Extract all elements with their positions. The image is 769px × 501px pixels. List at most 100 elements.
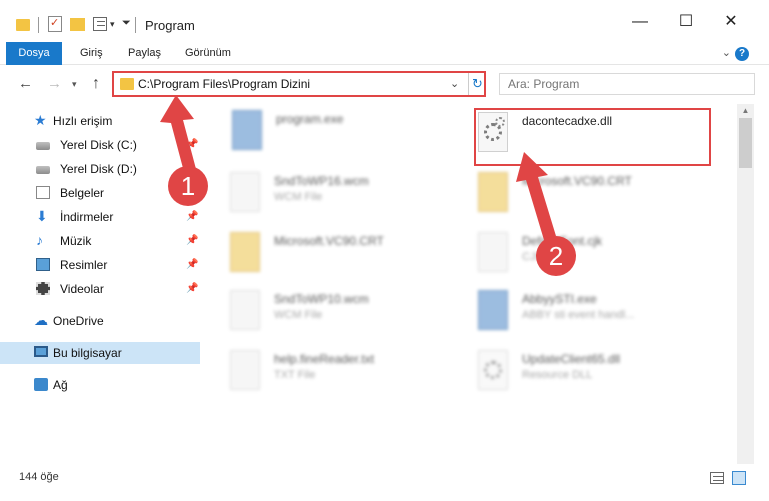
ribbon-tabs: Dosya Giriş Paylaş Görünüm ⌄ ? bbox=[0, 42, 769, 65]
help-icon[interactable]: ? bbox=[735, 47, 749, 61]
file-type: WCM File bbox=[274, 309, 323, 321]
exe-file-icon bbox=[478, 290, 508, 330]
sidebar-item-label: İndirmeler bbox=[60, 210, 114, 224]
file-name: help.fineReader.txt bbox=[274, 352, 375, 366]
folder-icon bbox=[120, 78, 134, 90]
recent-locations-icon[interactable]: ▾ bbox=[72, 79, 77, 90]
navigation-pane: ★ Hızlı erişim Yerel Disk (C:) 📌 Yerel D… bbox=[0, 104, 202, 464]
pictures-icon bbox=[36, 258, 50, 271]
pin-icon[interactable]: 📌 bbox=[186, 134, 198, 156]
sidebar-item-label: OneDrive bbox=[53, 314, 104, 328]
file-name: program.exe bbox=[276, 112, 344, 126]
address-bar[interactable]: C:\Program Files\Program Dizini ⌄ ↻ bbox=[112, 71, 486, 97]
step-badge-2: 2 bbox=[536, 236, 576, 276]
network-icon bbox=[34, 378, 48, 391]
navigation-bar: ← → ▾ ↑ C:\Program Files\Program Dizini … bbox=[0, 66, 769, 102]
search-input[interactable] bbox=[500, 74, 754, 94]
tab-view[interactable]: Görünüm bbox=[185, 42, 231, 65]
minimize-icon[interactable]: — bbox=[631, 13, 649, 31]
gear-icon bbox=[484, 361, 502, 379]
tab-file[interactable]: Dosya bbox=[6, 42, 62, 65]
sidebar-item-label: Hızlı erişim bbox=[53, 114, 113, 128]
target-file-highlight bbox=[474, 108, 711, 166]
vertical-scrollbar[interactable]: ▲ bbox=[737, 104, 754, 464]
forward-arrow-icon[interactable]: → bbox=[47, 75, 62, 92]
up-arrow-icon[interactable]: ↑ bbox=[92, 75, 100, 93]
ribbon-expand-icon[interactable]: ⌄ bbox=[722, 46, 731, 59]
step-badge-1: 1 bbox=[168, 166, 208, 206]
pin-icon[interactable]: 📌 bbox=[186, 254, 198, 276]
sidebar-item-label: Videolar bbox=[60, 282, 104, 296]
sidebar-item-label: Ağ bbox=[53, 378, 68, 392]
folder-icon bbox=[230, 232, 260, 272]
file-type: TXT File bbox=[274, 369, 316, 381]
sidebar-item-this-pc[interactable]: Bu bilgisayar bbox=[0, 342, 200, 364]
file-list: program.exe dacontecadxe.dll SndToWP16.w… bbox=[210, 104, 736, 464]
new-folder-icon[interactable] bbox=[70, 18, 85, 31]
documents-icon bbox=[36, 186, 50, 199]
address-path[interactable]: C:\Program Files\Program Dizini bbox=[138, 77, 310, 91]
chevron-down-icon[interactable]: ⌄ bbox=[450, 77, 459, 90]
tab-share[interactable]: Paylaş bbox=[128, 42, 161, 65]
sidebar-item-videos[interactable]: Videolar 📌 bbox=[0, 278, 200, 300]
sidebar-item-network[interactable]: Ağ bbox=[0, 374, 200, 396]
properties-icon[interactable] bbox=[48, 16, 62, 32]
sidebar-item-label: Müzik bbox=[60, 234, 92, 248]
sidebar-item-label: Yerel Disk (C:) bbox=[60, 138, 137, 152]
file-type: WCM File bbox=[274, 191, 323, 203]
sidebar-item-label: Belgeler bbox=[60, 186, 105, 200]
file-icon bbox=[230, 350, 260, 390]
close-icon[interactable]: ✕ bbox=[722, 13, 740, 31]
file-name: Microsoft.VC90.CRT bbox=[274, 234, 384, 248]
sidebar-item-quick-access[interactable]: ★ Hızlı erişim bbox=[0, 110, 200, 132]
file-type: ABBY sti event handl... bbox=[522, 309, 635, 321]
window-title: Program bbox=[145, 18, 195, 33]
file-name: SndToWP10.wcm bbox=[274, 292, 369, 306]
pin-icon[interactable]: 📌 bbox=[186, 206, 198, 228]
file-name: Microsoft.VC90.CRT bbox=[522, 174, 632, 188]
pin-icon[interactable]: 📌 bbox=[186, 230, 198, 252]
scroll-up-icon[interactable]: ▲ bbox=[737, 104, 754, 118]
file-icon bbox=[478, 232, 508, 272]
downloads-icon: ⬇ bbox=[36, 208, 48, 224]
dll-file-icon bbox=[478, 350, 508, 390]
music-icon: ♪ bbox=[36, 232, 43, 248]
exe-file-icon bbox=[232, 110, 262, 150]
file-icon bbox=[230, 290, 260, 330]
file-name: UpdateClient65.dll bbox=[522, 352, 621, 366]
file-name: SndToWP16.wcm bbox=[274, 174, 369, 188]
title-bar: ▾ ⏷ Program — ☐ ✕ bbox=[0, 0, 769, 42]
view-options-icon[interactable] bbox=[93, 17, 107, 31]
folder-icon bbox=[478, 172, 508, 212]
sidebar-item-label: Resimler bbox=[60, 258, 108, 272]
status-bar: 144 öğe bbox=[0, 466, 769, 490]
sidebar-item-pictures[interactable]: Resimler 📌 bbox=[0, 254, 200, 276]
file-icon bbox=[230, 172, 260, 212]
chevron-down-icon[interactable]: ▾ bbox=[110, 19, 115, 30]
sidebar-item-label: Yerel Disk (D:) bbox=[60, 162, 137, 176]
scroll-thumb[interactable] bbox=[739, 118, 752, 168]
sidebar-item-onedrive[interactable]: ☁ OneDrive bbox=[0, 310, 200, 332]
folder-icon bbox=[16, 19, 30, 31]
large-icons-view-icon[interactable] bbox=[732, 471, 746, 485]
disk-icon bbox=[36, 142, 50, 150]
sidebar-item-label: Bu bilgisayar bbox=[53, 346, 122, 360]
tab-home[interactable]: Giriş bbox=[80, 42, 103, 65]
pin-icon[interactable]: 📌 bbox=[186, 278, 198, 300]
search-box[interactable] bbox=[499, 73, 755, 95]
refresh-icon[interactable]: ↻ bbox=[468, 73, 486, 95]
cloud-icon: ☁ bbox=[34, 312, 48, 328]
customize-toolbar-icon[interactable]: ⏷ bbox=[122, 17, 131, 30]
file-name: AbbyySTI.exe bbox=[522, 292, 597, 306]
sidebar-item-local-disk-c[interactable]: Yerel Disk (C:) 📌 bbox=[0, 134, 200, 156]
computer-icon bbox=[34, 346, 48, 357]
star-icon: ★ bbox=[34, 112, 47, 128]
details-view-icon[interactable] bbox=[710, 472, 724, 484]
back-arrow-icon[interactable]: ← bbox=[18, 75, 33, 92]
sidebar-item-music[interactable]: ♪ Müzik 📌 bbox=[0, 230, 200, 252]
videos-icon bbox=[36, 282, 50, 295]
toolbar-separator bbox=[135, 17, 136, 33]
sidebar-item-downloads[interactable]: ⬇ İndirmeler 📌 bbox=[0, 206, 200, 228]
maximize-icon[interactable]: ☐ bbox=[677, 13, 695, 31]
file-type: Resource DLL bbox=[522, 369, 593, 381]
